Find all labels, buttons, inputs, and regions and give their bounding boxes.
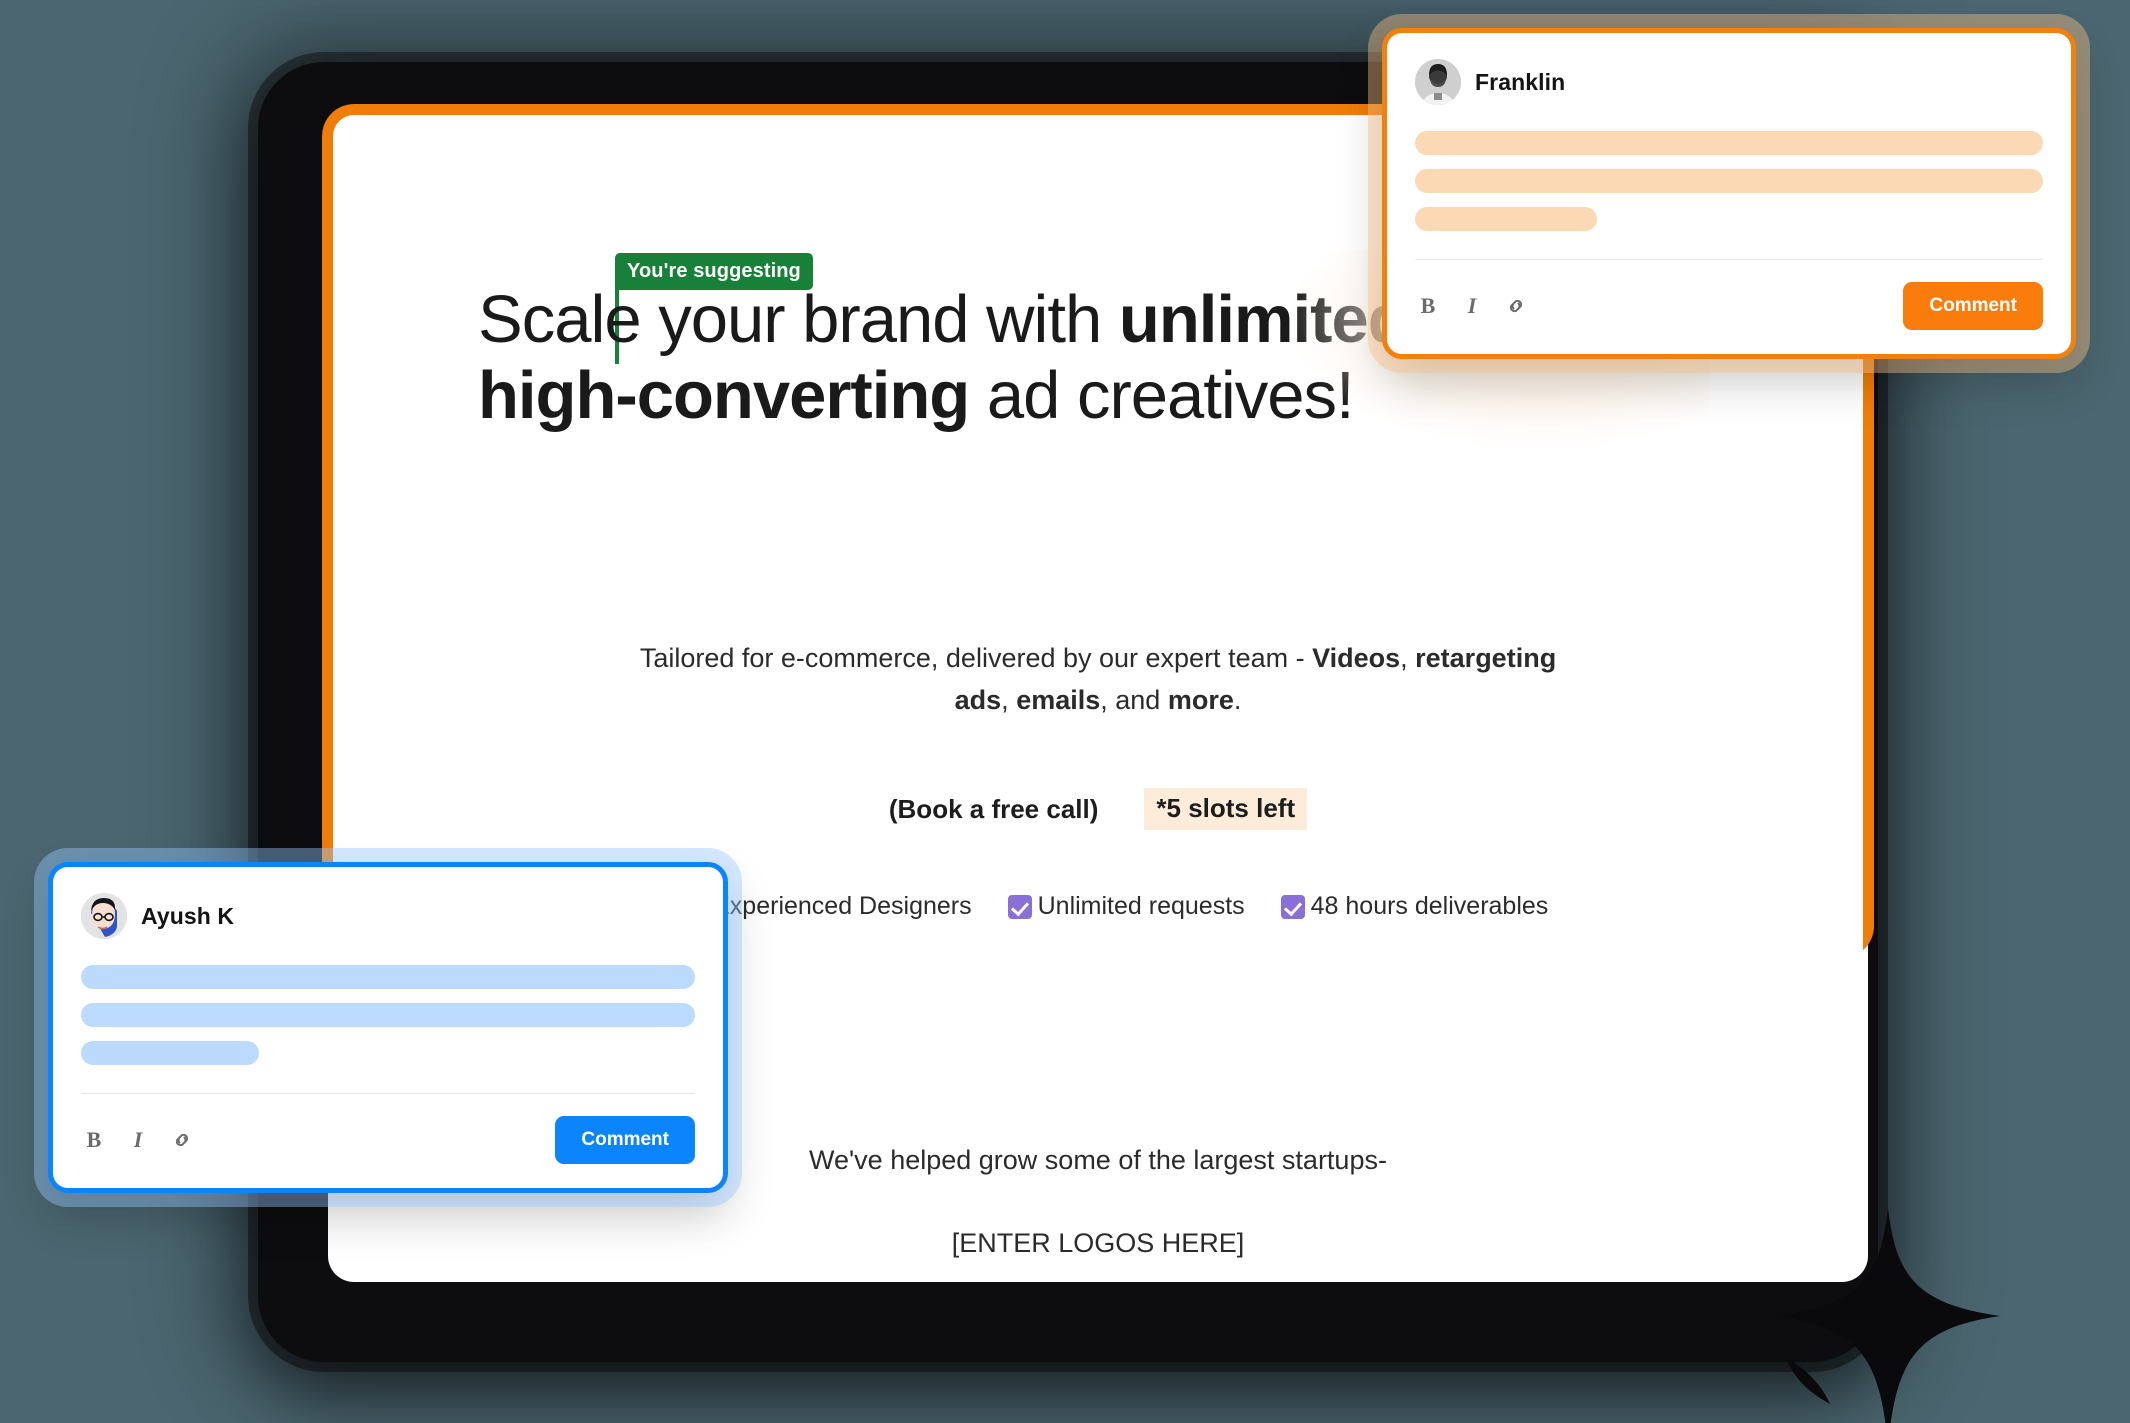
subheading-videos: Videos [1312,643,1401,673]
headline-part-high-converting: high-converting [478,358,970,434]
comment-skeleton-line [81,965,695,989]
subheading-emails: emails [1016,684,1101,715]
headline-part-unlimited: unlimited [1118,282,1409,357]
subheading-sep-3: , and [1100,684,1168,715]
slots-left-badge: *5 slots left [1144,788,1308,830]
checkbox-checked-icon[interactable] [1280,894,1305,919]
logos-placeholder: [ENTER LOGOS HERE] [951,1228,1245,1258]
divider [81,1093,695,1094]
link-icon[interactable] [169,1127,195,1153]
feature-item: 48 hours deliverables [1280,892,1549,921]
headline-part-creatives: ad creatives! [969,358,1355,434]
feature-label: Unlimited requests [1037,892,1245,920]
comment-skeleton-line [1415,169,2043,193]
bold-icon[interactable]: B [1415,293,1441,319]
cta-row: (Book a free call) *5 slots left [618,788,1578,830]
comment-toolbar: B I Comment [81,1116,695,1164]
headline-part-plain: Scale your brand with [478,282,1119,357]
italic-icon[interactable]: I [125,1127,151,1153]
bold-icon[interactable]: B [81,1127,107,1153]
comment-header: Franklin [1415,59,2043,105]
comment-skeleton-line [1415,131,2043,155]
screenshot-stage: You're suggesting Scale your brand with … [0,0,2130,1423]
submit-comment-button[interactable]: Comment [1903,282,2043,330]
feature-item: Unlimited requests [1007,892,1245,921]
comment-skeleton-line [1415,207,1598,231]
formatting-tools: B I [81,1127,195,1153]
subheading-lead: Tailored for e-commerce, delivered by ou… [639,643,1313,673]
comment-card-franklin[interactable]: Franklin B I Comment [1382,28,2076,359]
formatting-tools: B I [1415,293,1529,319]
comment-author-name: Franklin [1475,68,1566,95]
subheading-sep-1: , [1400,643,1416,673]
comment-skeleton-line [81,1003,695,1027]
book-a-call-link[interactable]: (Book a free call) [889,794,1099,825]
subheading-sep-2: , [1001,684,1017,715]
illustration-avatar-icon [81,893,127,939]
submit-comment-button[interactable]: Comment [555,1116,695,1164]
social-proof-text: We've helped grow some of the largest st… [809,1145,1387,1175]
comment-skeleton-line [81,1041,260,1065]
comment-header: Ayush K [81,893,695,939]
feature-label: 48 hours deliverables [1310,892,1549,920]
comment-author-name: Ayush K [141,902,235,929]
comment-toolbar: B I Comment [1415,282,2043,330]
subheading: Tailored for e-commerce, delivered by ou… [618,638,1578,722]
link-icon[interactable] [1503,293,1529,319]
checkbox-checked-icon[interactable] [1007,894,1032,919]
subheading-period: . [1233,684,1242,715]
photo-avatar-icon [1415,59,1461,105]
headline-line-2: high-converting ad creatives! [478,358,1718,434]
italic-icon[interactable]: I [1459,293,1485,319]
comment-card-ayush[interactable]: Ayush K B I Comment [48,862,728,1193]
subheading-more: more [1167,684,1234,715]
divider [1415,259,2043,260]
